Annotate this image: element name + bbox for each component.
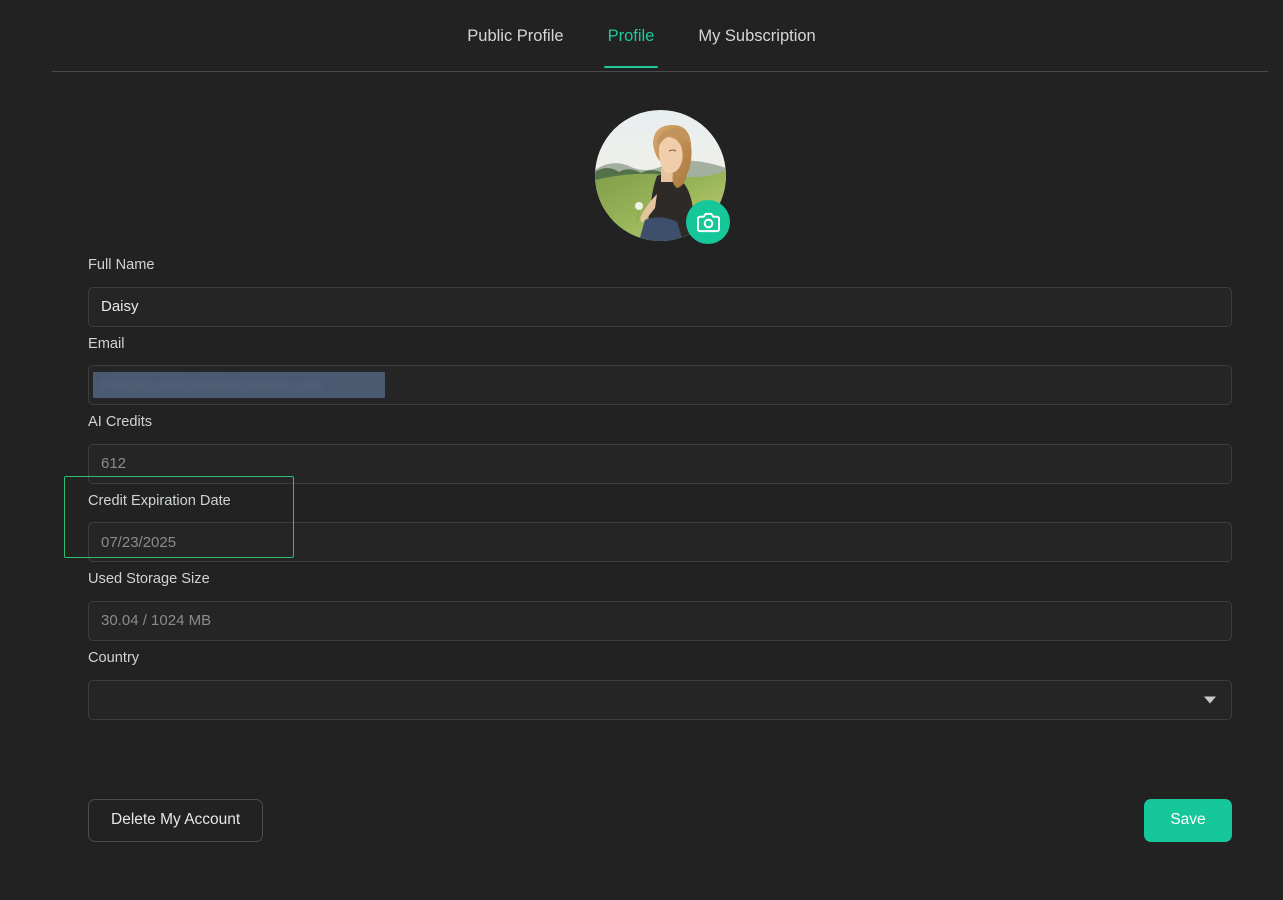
avatar-container[interactable]	[595, 110, 730, 244]
camera-icon	[696, 212, 720, 232]
label-credit-expiration-date: Credit Expiration Date	[88, 492, 231, 509]
profile-tabbar: Public Profile Profile My Subscription	[0, 0, 1283, 72]
country-select-wrapper[interactable]	[88, 679, 1232, 720]
delete-my-account-button[interactable]: Delete My Account	[88, 798, 264, 842]
tab-profile[interactable]: Profile	[586, 16, 677, 68]
form-actions: Delete My Account Save	[88, 798, 1232, 842]
tabbar-divider	[52, 71, 1268, 72]
field-credit-expiration-date: Credit Expiration Date	[64, 475, 1232, 563]
camera-upload-button[interactable]	[686, 200, 730, 244]
email-input[interactable]	[88, 365, 1232, 406]
ai-credits-input[interactable]	[88, 443, 1232, 484]
used-storage-size-input[interactable]	[88, 600, 1232, 641]
field-ai-credits: AI Credits	[88, 415, 1232, 484]
label-full-name: Full Name	[88, 257, 155, 273]
full-name-input[interactable]	[88, 286, 1232, 327]
label-country: Country	[88, 649, 140, 666]
email-input-wrapper: hangnguyen@atomisystems.com	[88, 365, 1232, 406]
label-used-storage-size: Used Storage Size	[88, 571, 210, 588]
country-select[interactable]	[88, 679, 1232, 720]
tab-my-subscription[interactable]: My Subscription	[676, 16, 837, 57]
profile-page: Public Profile Profile My Subscription F…	[0, 0, 1283, 900]
save-button[interactable]: Save	[1144, 798, 1232, 842]
field-country: Country	[88, 651, 1232, 720]
field-used-storage-size: Used Storage Size	[88, 572, 1232, 641]
profile-form: Full Name Email hangnguyen@atomisystems.…	[64, 258, 1232, 730]
label-ai-credits: AI Credits	[88, 414, 153, 431]
tab-public-profile[interactable]: Public Profile	[445, 16, 585, 57]
field-full-name: Full Name	[88, 258, 1232, 327]
label-email: Email	[88, 335, 125, 352]
field-email: Email hangnguyen@atomisystems.com	[88, 335, 1232, 406]
credit-expiration-date-input[interactable]	[88, 522, 1232, 563]
